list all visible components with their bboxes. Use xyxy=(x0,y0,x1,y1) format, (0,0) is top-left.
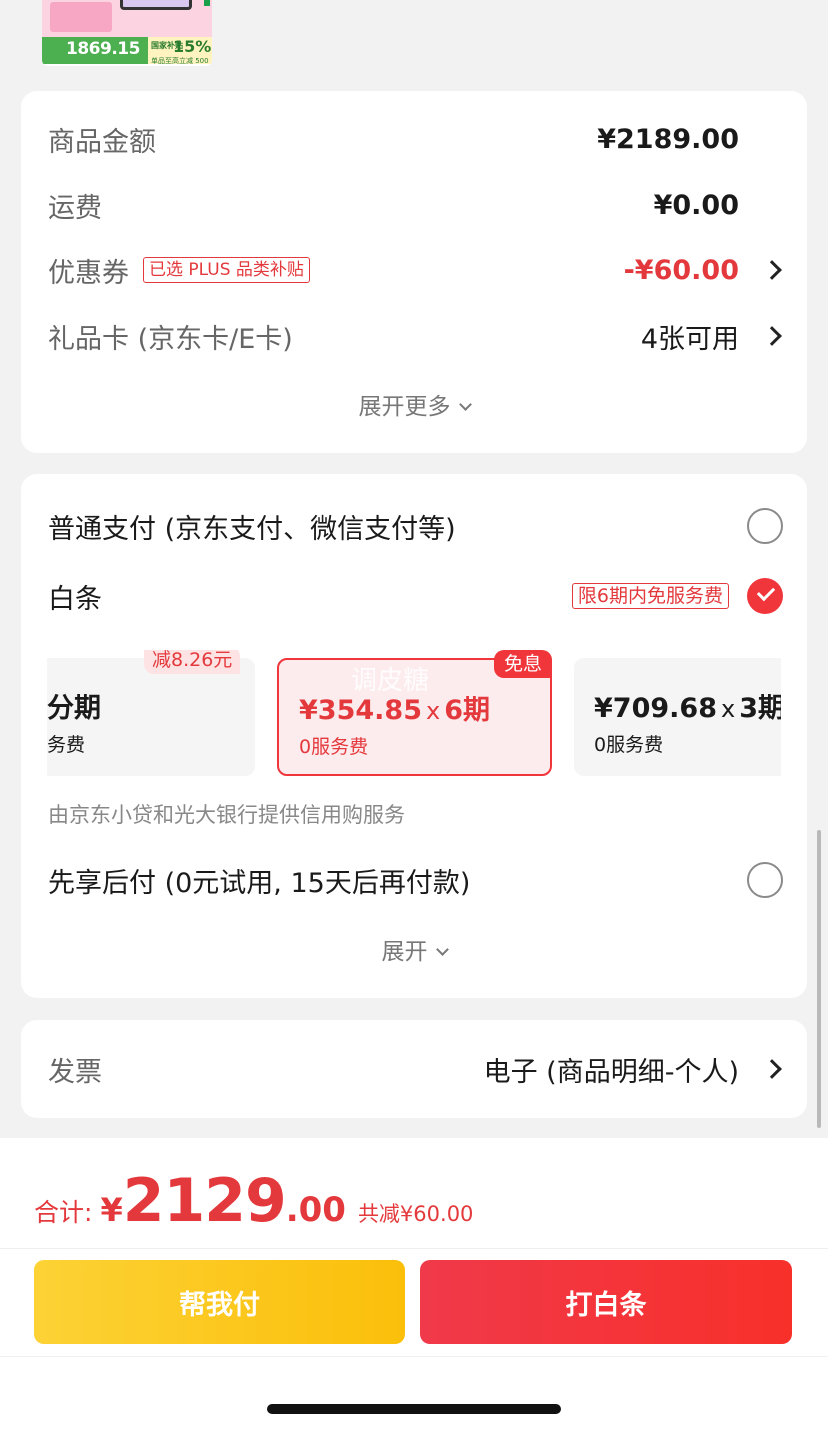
coupon-value: -¥60.00 xyxy=(623,254,739,286)
coupon-row[interactable]: 优惠券 已选 PLUS 品类补贴 -¥60.00 xyxy=(48,250,782,290)
giftcard-row[interactable]: 礼品卡 (京东卡/E卡) 4张可用 xyxy=(48,316,782,356)
normal-pay-radio[interactable] xyxy=(747,508,783,544)
chevron-right-icon xyxy=(762,260,782,280)
shipping-label: 运费 xyxy=(48,192,102,224)
help-pay-button[interactable]: 帮我付 xyxy=(34,1260,405,1344)
product-thumbnail[interactable]: 1869.15 国家补贴 15% 单品至高立减 500 元 xyxy=(42,0,212,66)
giftcard-label: 礼品卡 (京东卡/E卡) xyxy=(48,323,293,355)
interest-free-tag: 免息 xyxy=(493,650,552,678)
product-edge-decor xyxy=(204,0,210,6)
plan-times-sign: x xyxy=(720,695,736,723)
divider xyxy=(0,1356,828,1357)
promo-sticker xyxy=(50,2,112,32)
invoice-card[interactable]: 发票 电子 (商品明细-个人) xyxy=(21,1020,807,1118)
total-label: 合计: xyxy=(34,1198,93,1227)
home-indicator[interactable] xyxy=(267,1404,561,1414)
installment-plan-option[interactable]: ¥709.68 x 3期 0服务费 xyxy=(574,658,781,776)
installment-plans[interactable]: 分期 务费 减8.26元 调皮糖 ¥354.85 x 6期 0服务费 免息 ¥709… xyxy=(47,650,781,776)
pay-later-option[interactable]: 先享后付 (0元试用, 15天后再付款) xyxy=(48,858,783,902)
plan-fee: 0服务费 xyxy=(299,736,369,758)
baitiao-radio-checked[interactable] xyxy=(747,578,783,614)
subsidy-percent: 15% xyxy=(173,37,212,56)
chevron-right-icon xyxy=(762,326,782,346)
plan-amount-value: ¥709.68 xyxy=(594,693,717,724)
coupon-selected-badge: 已选 PLUS 品类补贴 xyxy=(143,257,310,283)
normal-pay-label: 普通支付 (京东支付、微信支付等) xyxy=(48,513,456,545)
order-total: 合计: ¥ 2129 .00 共减¥60.00 xyxy=(34,1166,473,1236)
order-summary-card: 商品金额 ¥2189.00 运费 ¥0.00 优惠券 已选 PLUS 品类补贴 … xyxy=(21,91,807,453)
coupon-label: 优惠券 xyxy=(48,257,129,289)
subsidy-badge: 国家补贴 15% 单品至高立减 500 元 xyxy=(148,37,212,65)
shipping-row: 运费 ¥0.00 xyxy=(48,185,779,225)
baitiao-pay-button[interactable]: 打白条 xyxy=(420,1260,792,1344)
chevron-right-icon xyxy=(762,1059,782,1079)
scrollbar[interactable] xyxy=(817,830,821,1128)
total-currency: ¥ xyxy=(100,1191,123,1229)
giftcard-value: 4张可用 xyxy=(640,323,739,355)
price-strip: 1869.15 xyxy=(42,37,148,64)
tablet-image xyxy=(120,0,192,10)
invoice-row[interactable]: 发票 电子 (商品明细-个人) xyxy=(48,1049,782,1089)
plan-amount: 分期 xyxy=(47,693,101,724)
plan-amount-value: ¥354.85 xyxy=(299,695,422,726)
total-saved: 共减¥60.00 xyxy=(357,1202,474,1226)
goods-amount-row: 商品金额 ¥2189.00 xyxy=(48,119,779,159)
checkout-bar: 合计: ¥ 2129 .00 共减¥60.00 帮我付 打白条 xyxy=(0,1138,828,1431)
plan-fee: 务费 xyxy=(47,734,86,756)
goods-amount-value: ¥2189.00 xyxy=(597,123,739,155)
expand-payment-button[interactable]: 展开 xyxy=(21,932,807,966)
plan-period: 6期 xyxy=(444,695,490,726)
installment-plan-selected[interactable]: 调皮糖 ¥354.85 x 6期 0服务费 免息 xyxy=(277,650,552,776)
installment-plan-option[interactable]: 分期 务费 xyxy=(47,658,255,776)
goods-amount-label: 商品金额 xyxy=(48,126,156,158)
normal-pay-option[interactable]: 普通支付 (京东支付、微信支付等) xyxy=(48,504,783,548)
credit-provider-note: 由京东小贷和光大银行提供信用购服务 xyxy=(48,803,405,827)
shipping-value: ¥0.00 xyxy=(653,189,739,221)
pay-later-label: 先享后付 (0元试用, 15天后再付款) xyxy=(48,867,471,899)
baitiao-promo-badge: 限6期内免服务费 xyxy=(571,583,729,609)
invoice-value: 电子 (商品明细-个人) xyxy=(483,1056,739,1088)
divider xyxy=(0,1248,828,1249)
plan-period: 3期 xyxy=(739,693,781,724)
expand-label: 展开 xyxy=(381,939,428,965)
plan-discount-tag: 减8.26元 xyxy=(144,650,241,674)
subsidy-note: 单品至高立减 500 元 xyxy=(151,57,209,65)
total-integer: 2129 xyxy=(122,1166,287,1236)
invoice-label: 发票 xyxy=(48,1056,102,1088)
chevron-down-icon xyxy=(435,943,449,956)
plan-amount: ¥354.85 x 6期 xyxy=(299,688,490,727)
pay-later-radio[interactable] xyxy=(747,862,783,898)
baitiao-label: 白条 xyxy=(48,583,102,615)
expand-more-label: 展开更多 xyxy=(358,394,451,420)
product-image-top xyxy=(42,0,212,38)
plan-fee: 0服务费 xyxy=(594,734,664,756)
expand-more-button[interactable]: 展开更多 xyxy=(21,387,807,421)
product-price-badge: 1869.15 xyxy=(66,39,140,59)
total-decimal: .00 xyxy=(285,1190,346,1230)
plan-amount: ¥709.68 x 3期 xyxy=(594,686,781,725)
payment-method-card: 普通支付 (京东支付、微信支付等) 白条 限6期内免服务费 分期 务费 减8.2… xyxy=(21,474,807,998)
baitiao-option[interactable]: 白条 限6期内免服务费 xyxy=(48,574,783,618)
chevron-down-icon xyxy=(458,398,472,411)
plan-times-sign: x xyxy=(425,697,441,725)
